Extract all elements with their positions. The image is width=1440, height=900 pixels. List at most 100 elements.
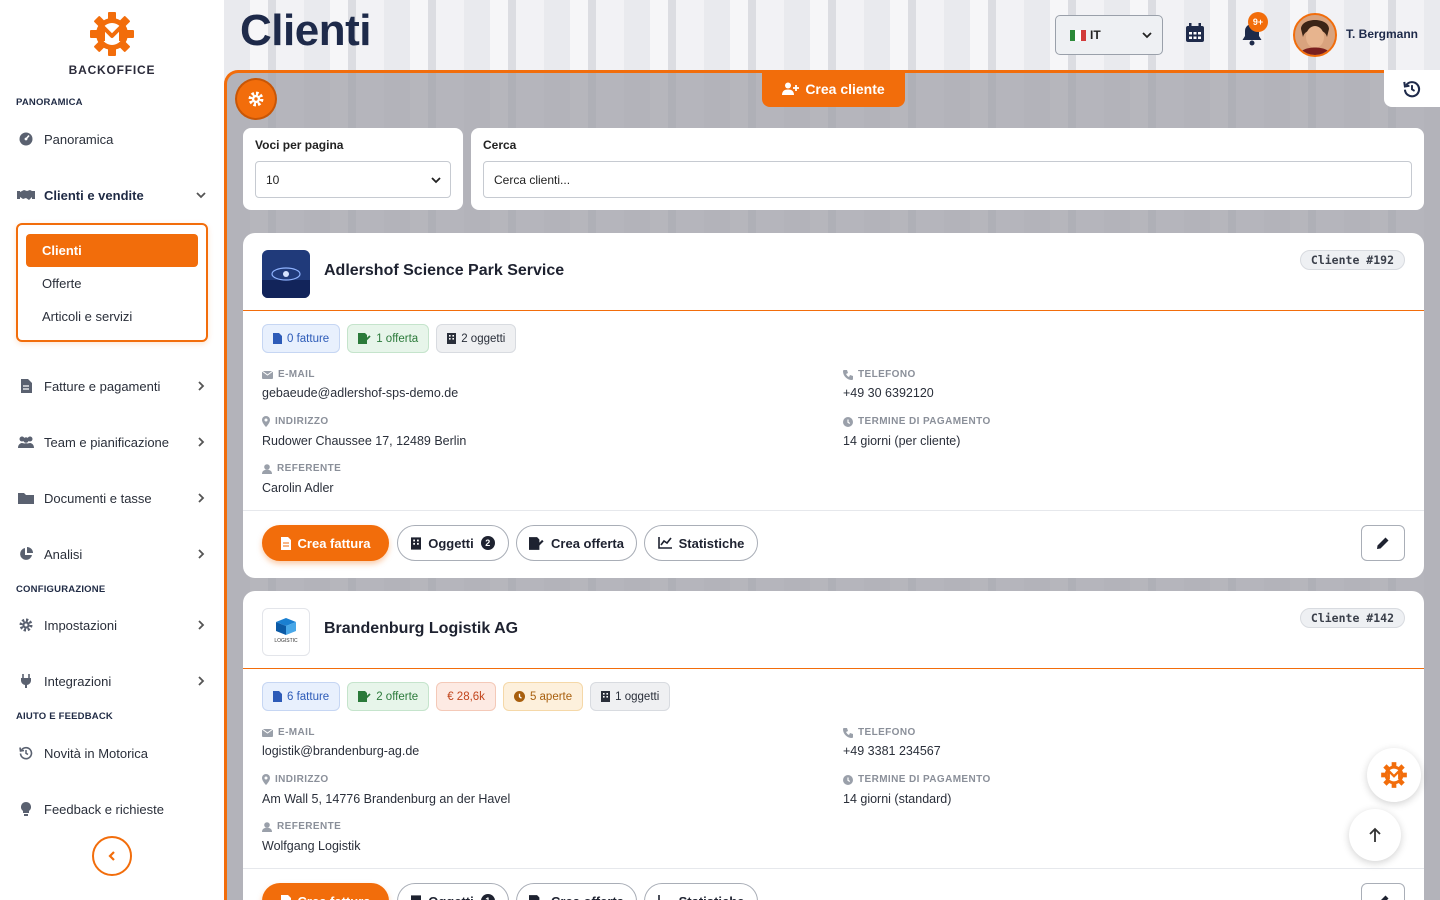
motorica-logo-icon	[1381, 762, 1407, 788]
edit-client-button[interactable]	[1361, 883, 1405, 900]
chevron-right-icon	[198, 549, 205, 559]
signature-icon	[529, 894, 540, 900]
offers-badge[interactable]: 2 offerte	[347, 682, 430, 711]
client-logo-text: LOGISTIC	[274, 638, 298, 644]
label-text: INDIRIZZO	[275, 774, 329, 785]
invoice-icon	[280, 894, 291, 900]
statistics-button[interactable]: Statistiche	[644, 883, 758, 900]
scroll-to-top-button[interactable]	[1349, 809, 1401, 861]
sidebar-subitem-articles[interactable]: Articoli e servizi	[26, 300, 198, 333]
objects-button[interactable]: Oggetti 1	[397, 883, 509, 900]
sidebar-item-clients-sales[interactable]: Clienti e vendite	[16, 180, 208, 210]
arrow-up-icon	[1369, 827, 1381, 842]
signature-icon	[358, 333, 371, 344]
objects-badge[interactable]: 2 oggetti	[436, 324, 517, 353]
client-logo: LOGISTIC	[262, 608, 310, 656]
search-label: Cerca	[483, 138, 517, 152]
client-email[interactable]: logistik@brandenburg-ag.de	[262, 744, 419, 758]
invoices-badge[interactable]: 0 fatture	[262, 324, 341, 353]
sidebar-item-analysis[interactable]: Analisi	[16, 539, 208, 569]
payment-terms-label: TERMINE DI PAGAMENTO	[843, 774, 991, 785]
invoices-badge[interactable]: 6 fatture	[262, 682, 341, 711]
italy-flag-icon	[1070, 29, 1086, 41]
line-chart-icon	[657, 895, 660, 900]
client-card-header: Adlershof Science Park Service Cliente #…	[243, 233, 1424, 311]
button-label: Statistiche	[679, 894, 745, 900]
user-name[interactable]: T. Bergmann	[1346, 27, 1418, 41]
search-input[interactable]: Cerca clienti...	[483, 161, 1412, 198]
per-page-select[interactable]: 10	[255, 161, 451, 198]
button-label: Crea fattura	[298, 894, 371, 900]
sidebar-item-label: Feedback e richieste	[44, 801, 164, 817]
client-logo-icon: LOGISTIC	[274, 618, 298, 644]
client-name[interactable]: Brandenburg Logistik AG	[324, 620, 518, 638]
sidebar-item-feedback[interactable]: Feedback e richieste	[16, 794, 208, 824]
avatar[interactable]	[1293, 13, 1337, 57]
objects-count-badge: 2	[480, 536, 495, 550]
button-label: Oggetti	[428, 535, 474, 551]
client-phone[interactable]: +49 3381 234567	[843, 744, 941, 758]
create-invoice-button[interactable]: Crea fattura	[262, 525, 389, 561]
badge-text: 2 oggetti	[461, 332, 506, 345]
notifications-badge: 9+	[1248, 12, 1268, 32]
client-payment-terms: 14 giorni (standard)	[843, 792, 952, 806]
search-card: Cerca Cerca clienti...	[471, 128, 1424, 210]
chevron-right-icon	[198, 676, 205, 686]
create-client-button[interactable]: Crea cliente	[762, 70, 905, 107]
client-phone[interactable]: +49 30 6392120	[843, 386, 934, 400]
page-title: Clienti	[240, 6, 371, 55]
client-card: LOGISTIC Brandenburg Logistik AG Cliente…	[243, 591, 1424, 900]
sidebar-item-label: Clienti e vendite	[44, 187, 144, 203]
sidebar-item-label: Novità in Motorica	[44, 745, 149, 761]
create-offer-button[interactable]: Crea offerta	[516, 525, 637, 561]
sidebar-item-label: Fatture e pagamenti	[44, 378, 161, 394]
folder-icon	[16, 490, 36, 506]
sidebar-item-label: Panoramica	[44, 131, 114, 147]
invoice-icon	[280, 536, 291, 550]
clients-submenu: Clienti Offerte Articoli e servizi	[16, 223, 208, 342]
client-address: Rudower Chaussee 17, 12489 Berlin	[262, 434, 467, 448]
user-icon	[262, 463, 272, 474]
open-invoices-badge[interactable]: 5 aperte	[502, 682, 584, 711]
chevron-right-icon	[198, 493, 205, 503]
statistics-button[interactable]: Statistiche	[644, 525, 758, 561]
sidebar-item-team[interactable]: Team e pianificazione	[16, 427, 208, 457]
settings-button[interactable]	[237, 80, 275, 118]
sidebar-item-documents[interactable]: Documenti e tasse	[16, 483, 208, 513]
client-id-badge: Cliente #142	[1299, 608, 1405, 628]
revenue-badge[interactable]: € 28,6k	[436, 682, 496, 711]
sidebar-item-settings[interactable]: Impostazioni	[16, 610, 208, 640]
calendar-button[interactable]	[1184, 22, 1208, 46]
client-email[interactable]: gebaeude@adlershof-sps-demo.de	[262, 386, 458, 400]
sidebar-item-news[interactable]: Novità in Motorica	[16, 738, 208, 768]
create-offer-button[interactable]: Crea offerta	[516, 883, 637, 900]
button-label: Crea fattura	[297, 535, 371, 551]
line-chart-icon	[657, 537, 672, 549]
sidebar-item-integrations[interactable]: Integrazioni	[16, 666, 208, 696]
chevron-right-icon	[198, 620, 205, 630]
brand[interactable]: BACKOFFICE	[0, 10, 224, 77]
objects-button[interactable]: Oggetti 2	[397, 525, 509, 561]
sidebar-subitem-offers[interactable]: Offerte	[26, 267, 198, 300]
invoice-icon	[16, 378, 36, 394]
client-payment-terms: 14 giorni (per cliente)	[843, 434, 961, 448]
edit-client-button[interactable]	[1361, 525, 1405, 561]
offers-badge[interactable]: 1 offerta	[347, 324, 430, 353]
history-button[interactable]	[1384, 70, 1440, 107]
collapse-sidebar-button[interactable]	[92, 836, 132, 876]
label-text: TELEFONO	[858, 369, 916, 380]
assistant-button[interactable]	[1367, 748, 1421, 802]
label-text: E-MAIL	[278, 727, 315, 738]
sidebar-item-overview[interactable]: Panoramica	[16, 124, 208, 154]
client-address: Am Wall 5, 14776 Brandenburg an der Have…	[262, 792, 511, 806]
language-select[interactable]: IT	[1055, 15, 1163, 55]
invoice-icon	[273, 691, 282, 702]
badge-text: 2 offerte	[376, 690, 419, 703]
sidebar-subitem-clients[interactable]: Clienti	[26, 234, 198, 267]
phone-label: TELEFONO	[843, 727, 916, 738]
create-invoice-button[interactable]: Crea fattura	[262, 883, 389, 900]
client-name[interactable]: Adlershof Science Park Service	[324, 262, 564, 280]
chevron-left-icon	[108, 851, 115, 861]
sidebar-item-invoices[interactable]: Fatture e pagamenti	[16, 371, 208, 401]
objects-badge[interactable]: 1 oggetti	[590, 682, 671, 711]
